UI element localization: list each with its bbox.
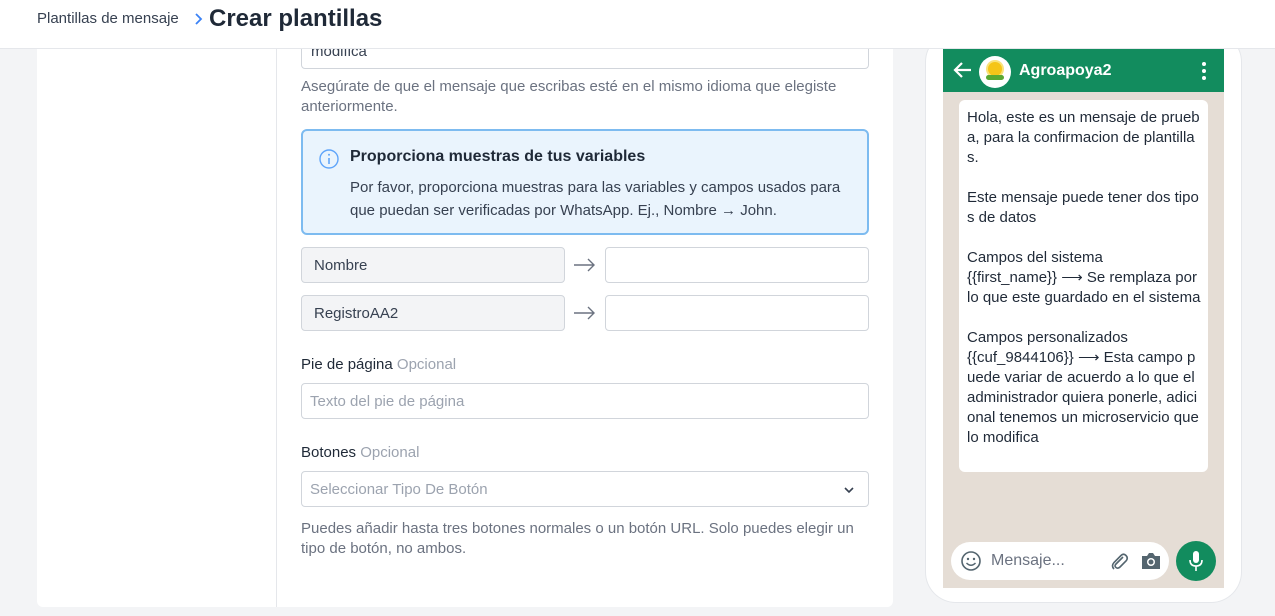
message-bubble: Hola, este es un mensaje de prueba, para… [959,100,1208,472]
paperclip-icon[interactable] [1109,551,1129,571]
compose-bar[interactable]: Mensaje... [951,542,1169,580]
language-help-text: Asegúrate de que el mensaje que escribas… [301,78,837,115]
footer-label-text: Pie de página [301,356,393,373]
button-type-select[interactable]: Seleccionar Tipo De Botón [301,471,869,507]
breadcrumb-parent[interactable]: Plantillas de mensaje [37,10,179,28]
microphone-button[interactable] [1176,541,1216,581]
footer-optional-tag: Opcional [396,356,457,373]
button-type-placeholder: Seleccionar Tipo De Botón [310,481,488,498]
microphone-icon [1189,551,1203,571]
form-card: modifica Asegúrate de que el mensaje que… [37,35,893,607]
emoji-icon[interactable] [960,550,982,572]
variable-name-label: RegistroAA2 [314,305,399,322]
info-title: Proporciona muestras de tus variables [350,148,646,165]
variable-name-registroaa2: RegistroAA2 [301,295,565,331]
buttons-label-text: Botones [301,444,357,461]
buttons-label: Botones Opcional [301,444,419,461]
info-icon [319,149,339,169]
buttons-optional-tag: Opcional [360,444,420,461]
footer-placeholder: Texto del pie de página [310,393,465,410]
footer-input[interactable]: Texto del pie de página [301,383,869,419]
logo-leaf [986,75,1004,80]
card-divider [276,49,277,607]
chevron-right-icon [195,13,203,25]
back-arrow-icon[interactable] [953,61,973,79]
contact-name: Agroapoya2 [1019,62,1112,79]
top-bar: Plantillas de mensaje Crear plantillas [0,0,1275,49]
variable-sample-input-registroaa2[interactable] [605,295,869,331]
variable-name-nombre: Nombre [301,247,565,283]
variables-info-box: Proporciona muestras de tus variables Po… [301,129,869,235]
contact-avatar [979,56,1011,88]
info-text: Por favor, proporciona muestras para las… [350,179,841,219]
chat-header: Agroapoya2 [943,48,1224,92]
variable-sample-input-nombre[interactable] [605,247,869,283]
footer-label: Pie de página Opcional [301,356,456,373]
arrow-right-icon [574,306,595,320]
compose-placeholder: Mensaje... [991,552,1065,569]
page-title: Crear plantillas [209,5,383,32]
more-vertical-icon[interactable] [1197,61,1211,81]
arrow-right-icon [574,258,595,272]
whatsapp-preview: Agroapoya2 Hola, este es un mensaje de p… [943,48,1224,588]
logo-sun [988,62,1002,76]
message-text: Hola, este es un mensaje de prueba, para… [967,109,1201,446]
chevron-down-icon [844,487,854,494]
camera-icon[interactable] [1139,551,1163,571]
variable-name-label: Nombre [314,257,368,274]
buttons-help-text: Puedes añadir hasta tres botones normale… [301,520,854,557]
